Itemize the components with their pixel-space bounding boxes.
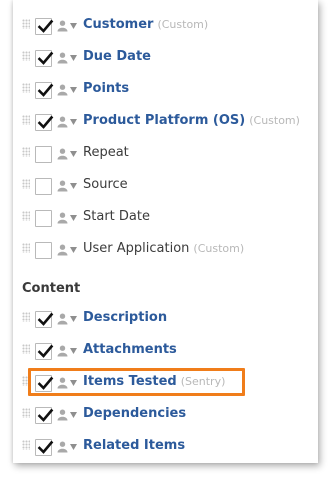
user-visibility-icon[interactable] [57, 212, 78, 224]
checkmark-icon [37, 51, 54, 65]
field-checkbox[interactable] [35, 242, 52, 259]
field-row-points[interactable]: Points [13, 73, 318, 105]
field-label: Start Date [83, 209, 150, 224]
field-label: Points [83, 81, 130, 96]
drag-handle-icon[interactable] [22, 83, 30, 93]
drag-handle-icon[interactable] [22, 344, 30, 354]
field-checkbox[interactable] [35, 439, 54, 456]
field-label: Repeat [83, 145, 129, 160]
field-label: Dependencies [83, 406, 187, 421]
content-row-related-items[interactable]: Related Items [13, 430, 318, 462]
user-visibility-icon[interactable] [57, 313, 78, 325]
user-visibility-icon[interactable] [57, 345, 78, 357]
user-visibility-icon[interactable] [57, 84, 78, 96]
field-row-due-date[interactable]: Due Date [13, 41, 318, 73]
field-checkbox[interactable] [35, 82, 54, 99]
field-checkbox[interactable] [35, 18, 54, 35]
checkmark-icon [37, 115, 54, 129]
user-visibility-icon[interactable] [57, 52, 78, 64]
drag-handle-icon[interactable] [22, 51, 30, 61]
user-visibility-icon[interactable] [57, 441, 78, 453]
content-row-attachments[interactable]: Attachments [13, 334, 318, 366]
field-label: Customer (Custom) [83, 17, 209, 32]
content-row-dependencies[interactable]: Dependencies [13, 398, 318, 430]
user-visibility-icon[interactable] [57, 20, 78, 32]
field-checkbox[interactable] [35, 50, 54, 67]
field-label: Due Date [83, 49, 151, 64]
field-tag: (Custom) [157, 18, 209, 31]
field-checkbox[interactable] [35, 146, 52, 163]
checkmark-icon [37, 408, 54, 422]
user-visibility-icon[interactable] [57, 116, 78, 128]
drag-handle-icon[interactable] [22, 243, 30, 253]
field-settings-panel: Customer (Custom) Due Date Points Product… [13, 0, 318, 463]
user-visibility-icon[interactable] [57, 244, 78, 256]
section-title-content: Content [22, 281, 81, 296]
drag-handle-icon[interactable] [22, 211, 30, 221]
field-checkbox[interactable] [35, 407, 54, 424]
user-visibility-icon[interactable] [57, 409, 78, 421]
drag-handle-icon[interactable] [22, 147, 30, 157]
drag-handle-icon[interactable] [22, 440, 30, 450]
checkmark-icon [37, 440, 54, 454]
field-label: Description [83, 310, 168, 325]
field-row-product-platform[interactable]: Product Platform (OS) (Custom) [13, 105, 318, 137]
drag-handle-icon[interactable] [22, 19, 30, 29]
field-tag: (Custom) [249, 114, 300, 127]
field-checkbox[interactable] [35, 114, 54, 131]
field-checkbox[interactable] [35, 178, 52, 195]
field-checkbox[interactable] [35, 311, 54, 328]
field-row-source[interactable]: Source [13, 169, 318, 201]
field-label: Source [83, 177, 128, 192]
drag-handle-icon[interactable] [22, 312, 30, 322]
field-label: Attachments [83, 342, 177, 357]
field-row-customer[interactable]: Customer (Custom) [13, 9, 318, 41]
field-label: Related Items [83, 438, 186, 453]
user-visibility-icon[interactable] [57, 148, 78, 160]
drag-handle-icon[interactable] [22, 115, 30, 125]
checkmark-icon [37, 19, 54, 33]
field-label: Product Platform (OS) (Custom) [83, 113, 300, 128]
user-visibility-icon[interactable] [57, 180, 78, 192]
field-checkbox[interactable] [35, 343, 54, 360]
drag-handle-icon[interactable] [22, 408, 30, 418]
field-label: User Application (Custom) [83, 241, 245, 256]
checkmark-icon [37, 344, 54, 358]
checkmark-icon [37, 83, 54, 97]
field-tag: (Custom) [193, 242, 245, 255]
field-row-start-date[interactable]: Start Date [13, 201, 318, 233]
content-row-description[interactable]: Description [13, 302, 318, 334]
highlight-box [28, 368, 245, 396]
field-row-repeat[interactable]: Repeat [13, 137, 318, 169]
field-checkbox[interactable] [35, 210, 52, 227]
checkmark-icon [37, 312, 54, 326]
field-row-user-application[interactable]: User Application (Custom) [13, 233, 318, 265]
drag-handle-icon[interactable] [22, 179, 30, 189]
